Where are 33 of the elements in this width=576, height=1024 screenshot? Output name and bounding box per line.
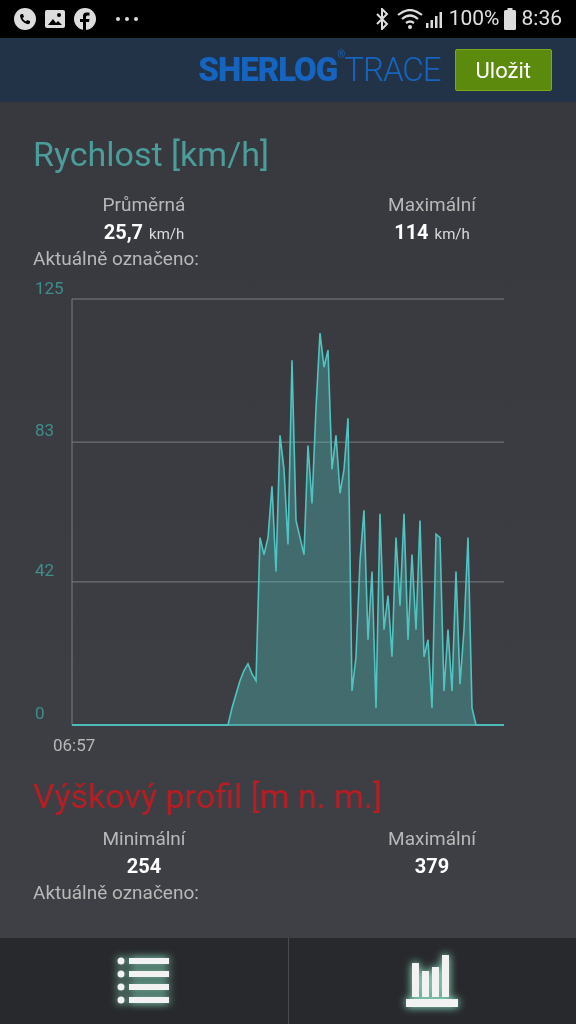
clock: 8:36 [521, 5, 562, 33]
stat-value: 25,7 [103, 219, 144, 246]
stat-label: Maximální [388, 826, 476, 852]
logo: SHERLOG$^{®}$TRACE [198, 48, 441, 92]
stat-value: 254 [126, 853, 162, 880]
stat-label: Minimální [102, 826, 186, 852]
f-circle-icon [74, 8, 96, 30]
image-icon [45, 10, 65, 28]
list-icon [116, 957, 171, 1005]
stat-value: 379 [414, 853, 450, 880]
battery-percent: 100% [448, 5, 500, 33]
axis-label: 83 [35, 420, 55, 441]
section-title: Rychlost [km/h] [33, 133, 270, 176]
stat-label: Maximální [388, 192, 476, 218]
phone-icon [14, 8, 36, 30]
stat-value: 114 [394, 219, 429, 246]
section-title: Výškový profil [m n. m.] [33, 775, 383, 818]
selection-label: Aktuálně označeno: [33, 880, 200, 906]
selection-label: Aktuálně označeno: [33, 246, 200, 272]
signal-icon [424, 10, 443, 28]
axis-label: 125 [35, 278, 64, 298]
axis-label: 06:57 [53, 735, 96, 755]
stat-label: Průměrná [102, 192, 186, 218]
stat-unit: km/h [434, 224, 470, 245]
more-icon [116, 17, 138, 21]
axis-label: 42 [35, 559, 55, 580]
axis-label: 0 [35, 703, 45, 723]
save-button[interactable]: Uložit [454, 49, 552, 91]
bar-chart-icon [406, 955, 459, 1007]
bluetooth-icon [374, 8, 389, 30]
stat-unit: km/h [149, 224, 185, 245]
battery-icon [503, 8, 516, 30]
wifi-icon [396, 9, 423, 29]
